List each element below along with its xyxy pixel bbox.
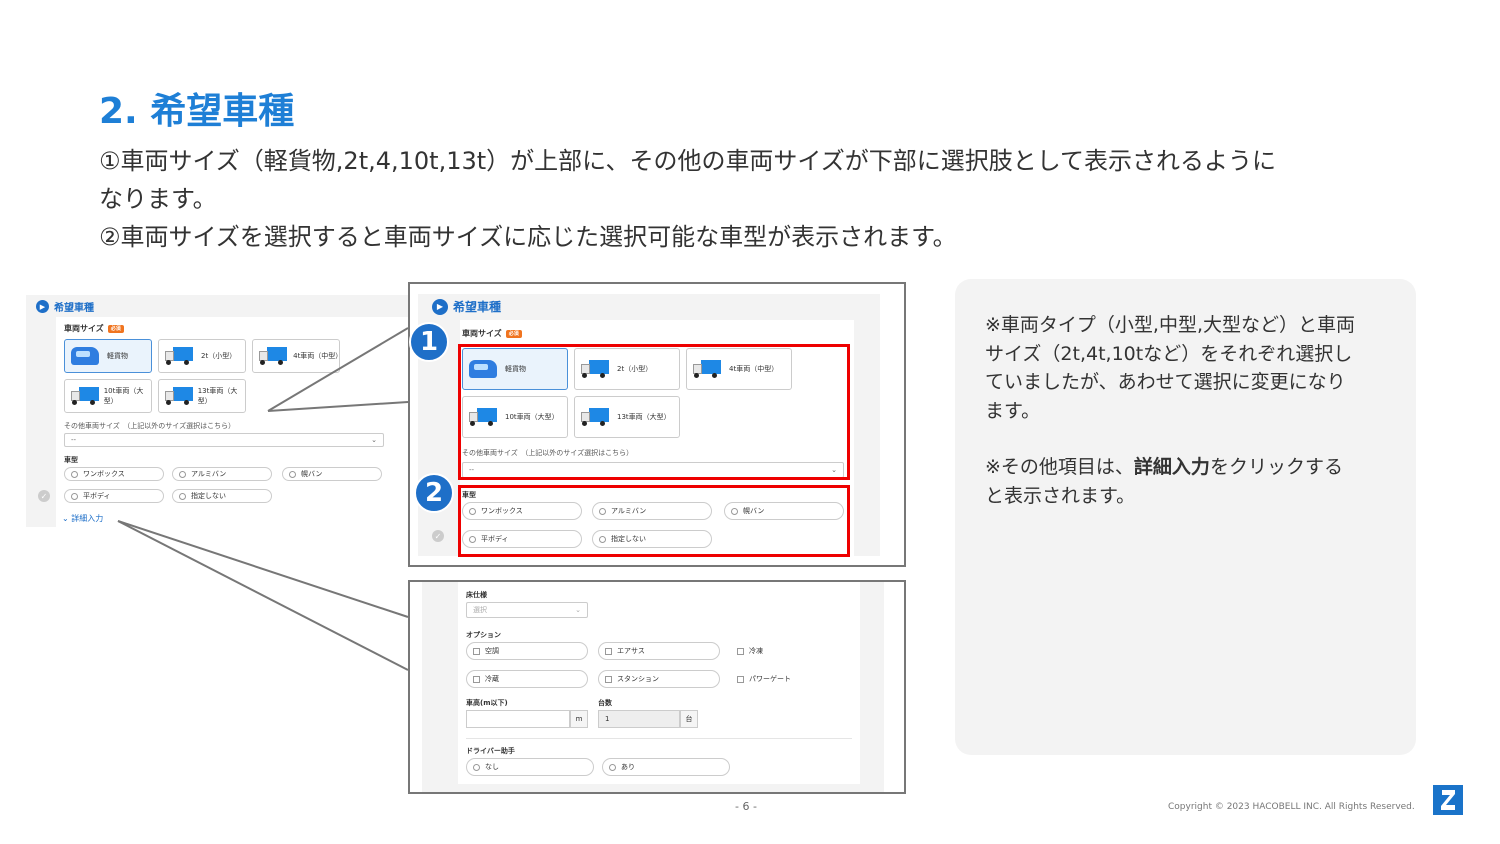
body-type-option[interactable]: アルミバン <box>172 467 272 481</box>
assistant-option[interactable]: あり <box>602 758 730 776</box>
height-label: 車高(m以下) <box>466 699 508 707</box>
truck-icon <box>165 347 193 365</box>
section-header: ▶ 希望車種 <box>36 299 94 314</box>
page-title: 2. 希望車種 <box>99 91 295 132</box>
size-option-10t[interactable]: 10t車両（大型） <box>64 379 152 413</box>
note-line: ※その他項目は、詳細入力をクリックする <box>985 456 1343 478</box>
section-title: 希望車種 <box>54 303 94 314</box>
chevron-down-icon: ⌄ <box>575 606 581 614</box>
required-badge: 必須 <box>505 330 522 338</box>
option-checkbox[interactable]: スタンション <box>598 670 720 688</box>
option-checkbox[interactable]: 冷凍 <box>730 642 852 660</box>
detail-input-link[interactable]: ⌄ 詳細入力 <box>62 513 103 524</box>
chevron-down-icon: ⌄ <box>62 514 72 523</box>
zoom-panel-vehicle: ▶ 希望車種 車両サイズ 必須 軽貨物 2t（小型） 4t車両（中型） 10t車両… <box>408 282 906 567</box>
assistant-option[interactable]: なし <box>466 758 594 776</box>
option-checkbox[interactable]: パワーゲート <box>730 670 852 688</box>
section-title: 希望車種 <box>453 300 502 314</box>
option-checkbox[interactable]: 空調 <box>466 642 588 660</box>
option-checkbox[interactable]: エアサス <box>598 642 720 660</box>
body-type-label: 車型 <box>64 456 78 464</box>
description-line: なります。 <box>99 185 217 213</box>
truck-icon <box>71 387 99 405</box>
divider <box>466 738 852 739</box>
body-type-option[interactable]: ワンボックス <box>64 467 164 481</box>
note-line: ます。 <box>985 399 1041 422</box>
truck-icon <box>165 387 193 405</box>
count-unit: 台 <box>680 710 698 728</box>
body-type-option[interactable]: 平ボディ <box>64 489 164 503</box>
note-panel: ※車両タイプ（小型,中型,大型など）と車両 サイズ（2t,4t,10tなど）をそ… <box>955 279 1416 755</box>
highlight-box-vehicle-size <box>458 344 850 480</box>
step-badge-2: 2 <box>414 473 454 513</box>
height-input[interactable] <box>466 710 570 728</box>
vehicle-size-label: 車両サイズ 必須 <box>462 328 522 339</box>
check-circle-icon: ✓ <box>38 490 50 502</box>
option-checkbox[interactable]: 冷蔵 <box>466 670 588 688</box>
required-badge: 必須 <box>107 325 124 333</box>
floor-select[interactable]: 選択 ⌄ <box>466 602 588 618</box>
description: ①車両サイズ（軽貨物,2t,4,10t,13t）が上部に、その他の車両サイズが下… <box>99 142 1419 256</box>
count-input[interactable]: 1 <box>598 710 680 728</box>
step-badge-1: 1 <box>409 322 449 362</box>
count-label: 台数 <box>598 699 612 707</box>
chevron-down-icon: ⌄ <box>371 436 377 444</box>
other-size-label: その他車両サイズ （上記以外のサイズ選択はこちら） <box>64 422 236 430</box>
note-line: ※車両タイプ（小型,中型,大型など）と車両 <box>985 314 1356 336</box>
vehicle-size-label: 車両サイズ 必須 <box>64 323 124 334</box>
zoom-panel-details: 床仕様 選択 ⌄ オプション 空調 エアサス 冷凍 冷蔵 スタンション パワーゲー… <box>408 580 906 794</box>
description-line: ②車両サイズを選択すると車両サイズに応じた選択可能な車型が表示されます。 <box>99 223 957 251</box>
hacobell-logo-icon <box>1433 785 1463 815</box>
floor-label: 床仕様 <box>466 591 487 599</box>
highlight-box-body-type <box>458 485 850 557</box>
check-circle-icon: ✓ <box>432 530 444 542</box>
size-option-kei[interactable]: 軽貨物 <box>64 339 152 373</box>
details-panel: 床仕様 選択 ⌄ オプション 空調 エアサス 冷凍 冷蔵 スタンション パワーゲー… <box>458 582 860 784</box>
body-type-option[interactable]: 指定しない <box>172 489 272 503</box>
truck-icon: ▶ <box>36 300 49 313</box>
description-line: ①車両サイズ（軽貨物,2t,4,10t,13t）が上部に、その他の車両サイズが下… <box>99 147 1276 175</box>
size-option-13t[interactable]: 13t車両（大型） <box>158 379 246 413</box>
size-option-4t[interactable]: 4t車両（中型） <box>252 339 342 373</box>
form-panel: 車両サイズ 必須 軽貨物 2t（小型） 4t車両（中型） 10t車両（大型） 13… <box>56 317 408 527</box>
truck-icon <box>259 347 287 365</box>
note-line: ていましたが、あわせて選択に変更になり <box>985 371 1346 393</box>
page-number: - 6 - <box>735 800 757 813</box>
height-unit: m <box>570 710 588 728</box>
van-icon <box>71 347 99 365</box>
other-size-select[interactable]: -- ⌄ <box>64 433 384 447</box>
section-header: ▶ 希望車種 <box>432 298 501 315</box>
size-option-2t[interactable]: 2t（小型） <box>158 339 246 373</box>
options-label: オプション <box>466 631 501 639</box>
note-line: サイズ（2t,4t,10tなど）をそれぞれ選択し <box>985 342 1353 365</box>
note-line: と表示されます。 <box>985 484 1136 507</box>
form-thumbnail: ▶ 希望車種 車両サイズ 必須 軽貨物 2t（小型） 4t車両（中型） 10t車両… <box>26 295 408 527</box>
copyright: Copyright © 2023 HACOBELL INC. All Right… <box>1168 802 1415 812</box>
truck-icon: ▶ <box>432 298 448 315</box>
body-type-option[interactable]: 幌バン <box>282 467 382 481</box>
assistant-label: ドライバー助手 <box>466 747 515 755</box>
note-emphasis: 詳細入力 <box>1133 456 1210 478</box>
